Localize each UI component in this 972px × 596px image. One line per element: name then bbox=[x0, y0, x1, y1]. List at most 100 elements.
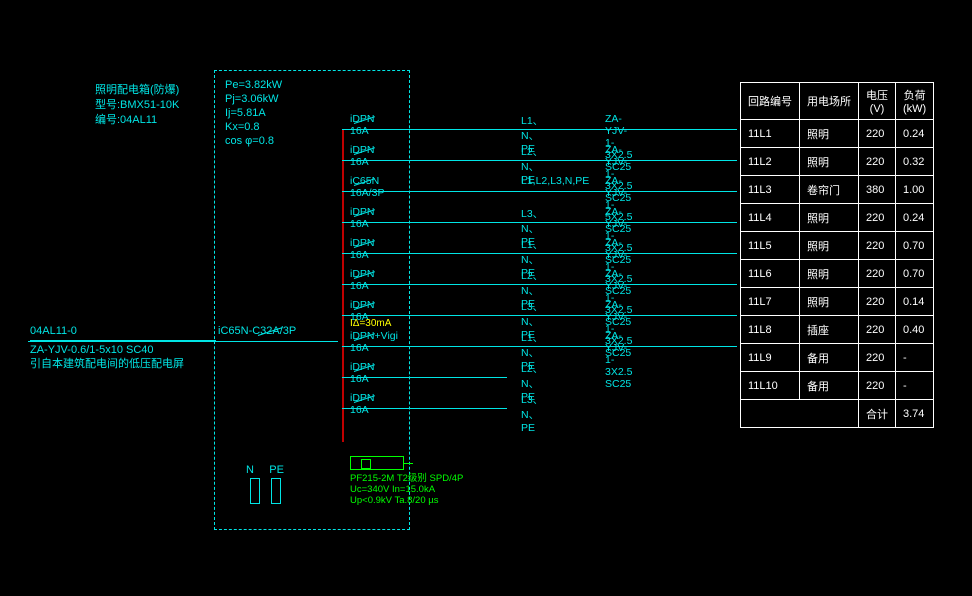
table-row: 11L5照明2200.70 bbox=[741, 232, 934, 260]
breaker-label: iC65N 16A/3P bbox=[350, 175, 384, 199]
wire-line bbox=[342, 160, 737, 161]
wire-line bbox=[342, 377, 507, 378]
table-cell: 0.40 bbox=[896, 316, 934, 344]
phase-label: L1,L2,L3,N,PE bbox=[521, 175, 589, 187]
table-cell: 照明 bbox=[800, 288, 859, 316]
main-breaker: iC65N-C32A/3P bbox=[218, 325, 296, 337]
total-value: 3.74 bbox=[896, 400, 934, 428]
table-cell: - bbox=[896, 372, 934, 400]
table-cell: 220 bbox=[859, 372, 896, 400]
table-cell: 220 bbox=[859, 232, 896, 260]
table-row: 11L6照明2200.70 bbox=[741, 260, 934, 288]
load-params: Pe=3.82kW Pj=3.06kW Ij=5.81A Kx=0.8 cos … bbox=[225, 78, 282, 148]
wire-line bbox=[342, 129, 737, 130]
table-cell: 0.24 bbox=[896, 204, 934, 232]
table-row: 11L7照明2200.14 bbox=[741, 288, 934, 316]
terminal-pe-label: PE bbox=[269, 464, 284, 476]
table-cell: 插座 bbox=[800, 316, 859, 344]
table-cell: 380 bbox=[859, 176, 896, 204]
panel-label: 照明配电箱(防爆) 型号:BMX51-10K 编号:04AL11 bbox=[95, 83, 179, 128]
table-row: 11L8插座2200.40 bbox=[741, 316, 934, 344]
device-ext: IΔ=30mA bbox=[350, 318, 391, 329]
switch-end bbox=[377, 346, 382, 347]
wire-line bbox=[342, 253, 737, 254]
table-cell: 11L4 bbox=[741, 204, 800, 232]
table-cell: 11L5 bbox=[741, 232, 800, 260]
table-cell: 11L9 bbox=[741, 344, 800, 372]
wire-line bbox=[342, 346, 737, 347]
incoming-note: 引自本建筑配电间的低压配电屏 bbox=[30, 357, 216, 371]
incoming-feeder: 04AL11-0 ZA-YJV-0.6/1-5x10 SC40 引自本建筑配电间… bbox=[30, 324, 216, 371]
circuit-table: 回路编号用电场所电压(V)负荷(kW)11L1照明2200.2411L2照明22… bbox=[740, 82, 934, 428]
table-cell: 备用 bbox=[800, 372, 859, 400]
terminal-block: N PE bbox=[246, 464, 285, 504]
table-header: 用电场所 bbox=[800, 83, 859, 120]
panel-title: 照明配电箱(防爆) bbox=[95, 83, 179, 98]
table-cell: 备用 bbox=[800, 344, 859, 372]
switch-end bbox=[377, 408, 382, 409]
param-cos: cos φ=0.8 bbox=[225, 134, 282, 148]
panel-model: 型号:BMX51-10K bbox=[95, 98, 179, 113]
switch-end bbox=[377, 377, 382, 378]
switch-end bbox=[377, 191, 382, 192]
total-label: 合计 bbox=[859, 400, 896, 428]
table-cell: 0.14 bbox=[896, 288, 934, 316]
panel-code: 编号:04AL11 bbox=[95, 113, 179, 128]
param-pj: Pj=3.06kW bbox=[225, 92, 282, 106]
table-header-row: 回路编号用电场所电压(V)负荷(kW) bbox=[741, 83, 934, 120]
table-row: 11L10备用220- bbox=[741, 372, 934, 400]
table-total-row: 合计3.74 bbox=[741, 400, 934, 428]
incoming-cable: ZA-YJV-0.6/1-5x10 SC40 bbox=[30, 343, 216, 357]
table-cell: 220 bbox=[859, 148, 896, 176]
table-row: 11L4照明2200.24 bbox=[741, 204, 934, 232]
wire-line bbox=[342, 222, 737, 223]
table-cell: 照明 bbox=[800, 148, 859, 176]
table-cell: 卷帘门 bbox=[800, 176, 859, 204]
switch-end bbox=[377, 129, 382, 130]
table-cell: 220 bbox=[859, 288, 896, 316]
busbar bbox=[342, 129, 344, 442]
param-kx: Kx=0.8 bbox=[225, 120, 282, 134]
table-cell: 220 bbox=[859, 316, 896, 344]
switch-end bbox=[377, 253, 382, 254]
terminal-n-label: N bbox=[246, 464, 254, 476]
wire-line bbox=[342, 284, 737, 285]
table-row: 11L2照明2200.32 bbox=[741, 148, 934, 176]
switch-end bbox=[377, 160, 382, 161]
table-cell: 照明 bbox=[800, 232, 859, 260]
spd-block: PF215-2M T2级别 SPD/4P Uc=340V In=15.0kA U… bbox=[350, 456, 463, 506]
table-cell: 1.00 bbox=[896, 176, 934, 204]
table-row: 11L3卷帘门3801.00 bbox=[741, 176, 934, 204]
wire-line bbox=[342, 408, 507, 409]
table-cell: 11L3 bbox=[741, 176, 800, 204]
terminal-n-icon bbox=[250, 478, 260, 504]
table-header: 电压(V) bbox=[859, 83, 896, 120]
spd-line2: Uc=340V In=15.0kA bbox=[350, 484, 463, 495]
phase-label: L3、N、PE bbox=[521, 392, 543, 434]
switch-end bbox=[377, 315, 382, 316]
cable-label: ZA-YJV-1-3X2.5 SC25 bbox=[605, 330, 632, 390]
table-cell: - bbox=[896, 344, 934, 372]
table-cell: 0.32 bbox=[896, 148, 934, 176]
table-cell: 0.70 bbox=[896, 232, 934, 260]
table-cell: 0.24 bbox=[896, 120, 934, 148]
table-cell: 照明 bbox=[800, 120, 859, 148]
table-cell: 11L8 bbox=[741, 316, 800, 344]
incoming-wire bbox=[28, 341, 338, 342]
table-cell: 11L1 bbox=[741, 120, 800, 148]
table-cell: 11L6 bbox=[741, 260, 800, 288]
switch-end bbox=[377, 222, 382, 223]
wire-line bbox=[342, 315, 737, 316]
spd-line1: PF215-2M T2级别 SPD/4P bbox=[350, 473, 463, 484]
table-header: 回路编号 bbox=[741, 83, 800, 120]
table-row: 11L1照明2200.24 bbox=[741, 120, 934, 148]
table-cell: 220 bbox=[859, 120, 896, 148]
table-cell: 11L7 bbox=[741, 288, 800, 316]
switch-end bbox=[377, 284, 382, 285]
table-cell: 220 bbox=[859, 344, 896, 372]
terminal-pe-icon bbox=[271, 478, 281, 504]
param-pe: Pe=3.82kW bbox=[225, 78, 282, 92]
table-row: 11L9备用220- bbox=[741, 344, 934, 372]
table-cell: 11L10 bbox=[741, 372, 800, 400]
table-header: 负荷(kW) bbox=[896, 83, 934, 120]
